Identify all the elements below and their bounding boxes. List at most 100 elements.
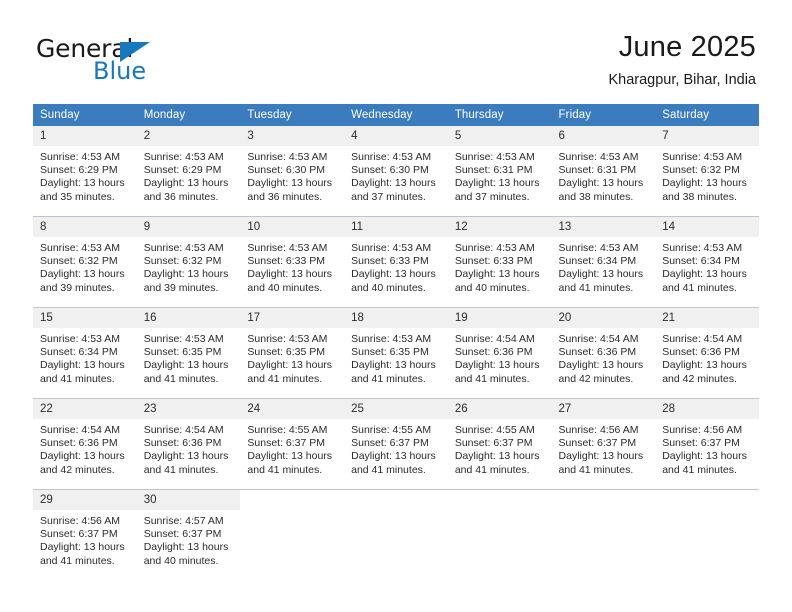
day-info: Sunrise: 4:53 AM Sunset: 6:35 PM Dayligh… (137, 328, 241, 386)
sunrise-text: Sunrise: 4:53 AM (247, 242, 328, 254)
day-cell[interactable]: 12 Sunrise: 4:53 AM Sunset: 6:33 PM Dayl… (447, 216, 552, 308)
day-info: Sunrise: 4:55 AM Sunset: 6:37 PM Dayligh… (344, 419, 448, 477)
brand-name-blue: Blue (93, 57, 147, 85)
brand-logo[interactable]: General Blue (36, 36, 266, 86)
daylight-text-line2: and 41 minutes. (662, 463, 737, 476)
day-cell[interactable]: 23 Sunrise: 4:54 AM Sunset: 6:36 PM Dayl… (136, 398, 241, 490)
day-cell[interactable]: 21 Sunrise: 4:54 AM Sunset: 6:36 PM Dayl… (655, 307, 759, 399)
sunrise-text: Sunrise: 4:53 AM (247, 151, 328, 163)
day-cell[interactable]: 2 Sunrise: 4:53 AM Sunset: 6:29 PM Dayli… (136, 126, 241, 217)
daylight-text-line2: and 41 minutes. (454, 463, 530, 476)
sunrise-text: Sunrise: 4:53 AM (454, 242, 535, 254)
day-cell[interactable]: 8 Sunrise: 4:53 AM Sunset: 6:32 PM Dayli… (33, 216, 137, 308)
daylight-text-line1: Daylight: 13 hours (40, 359, 125, 372)
sunset-text: Sunset: 6:32 PM (662, 164, 740, 177)
day-cell[interactable]: 24 Sunrise: 4:55 AM Sunset: 6:37 PM Dayl… (240, 398, 345, 490)
day-info: Sunrise: 4:53 AM Sunset: 6:34 PM Dayligh… (552, 237, 656, 295)
day-info: Sunrise: 4:53 AM Sunset: 6:35 PM Dayligh… (240, 328, 344, 386)
calendar-grid: Sunday Monday Tuesday Wednesday Thursday… (33, 104, 759, 580)
sunrise-text: Sunrise: 4:54 AM (454, 333, 535, 345)
daylight-text-line1: Daylight: 13 hours (662, 177, 747, 190)
day-cell-inner: 1 Sunrise: 4:53 AM Sunset: 6:29 PM Dayli… (33, 126, 137, 216)
day-cell-empty (447, 489, 552, 580)
day-number (655, 490, 759, 510)
sunset-text: Sunset: 6:37 PM (558, 437, 637, 450)
day-cell-inner: 7 Sunrise: 4:53 AM Sunset: 6:32 PM Dayli… (655, 126, 759, 216)
day-cell-empty (551, 489, 656, 580)
day-cell[interactable]: 27 Sunrise: 4:56 AM Sunset: 6:37 PM Dayl… (551, 398, 656, 490)
day-cell[interactable]: 19 Sunrise: 4:54 AM Sunset: 6:36 PM Dayl… (447, 307, 552, 399)
sunset-text: Sunset: 6:29 PM (40, 164, 118, 177)
day-cell-inner: 25 Sunrise: 4:55 AM Sunset: 6:37 PM Dayl… (344, 399, 448, 489)
daylight-text-line1: Daylight: 13 hours (558, 177, 644, 190)
day-cell[interactable]: 29 Sunrise: 4:56 AM Sunset: 6:37 PM Dayl… (33, 489, 137, 580)
sunrise-text: Sunrise: 4:53 AM (247, 333, 328, 345)
sunrise-text: Sunrise: 4:53 AM (662, 242, 743, 254)
day-cell-inner: 12 Sunrise: 4:53 AM Sunset: 6:33 PM Dayl… (447, 217, 552, 307)
day-number: 30 (136, 490, 241, 510)
day-cell-inner: 23 Sunrise: 4:54 AM Sunset: 6:36 PM Dayl… (136, 399, 241, 489)
daylight-text-line1: Daylight: 13 hours (143, 541, 229, 554)
day-cell[interactable]: 30 Sunrise: 4:57 AM Sunset: 6:37 PM Dayl… (136, 489, 241, 580)
day-cell[interactable]: 15 Sunrise: 4:53 AM Sunset: 6:34 PM Dayl… (33, 307, 137, 399)
daylight-text-line2: and 38 minutes. (558, 190, 634, 203)
daylight-text-line2: and 41 minutes. (558, 463, 634, 476)
sunrise-text: Sunrise: 4:53 AM (351, 242, 432, 254)
day-cell[interactable]: 4 Sunrise: 4:53 AM Sunset: 6:30 PM Dayli… (344, 126, 448, 217)
day-number (344, 490, 448, 510)
sunset-text: Sunset: 6:36 PM (40, 437, 118, 450)
weekday-header-wednesday: Wednesday (344, 104, 448, 126)
sunrise-text: Sunrise: 4:55 AM (351, 424, 432, 436)
day-cell[interactable]: 11 Sunrise: 4:53 AM Sunset: 6:33 PM Dayl… (344, 216, 448, 308)
sunrise-text: Sunrise: 4:56 AM (558, 424, 639, 436)
day-cell-inner: 27 Sunrise: 4:56 AM Sunset: 6:37 PM Dayl… (551, 399, 656, 489)
daylight-text-line2: and 37 minutes. (454, 190, 530, 203)
day-cell[interactable]: 13 Sunrise: 4:53 AM Sunset: 6:34 PM Dayl… (551, 216, 656, 308)
day-number: 16 (136, 308, 241, 328)
day-cell-empty (240, 489, 345, 580)
day-cell[interactable]: 17 Sunrise: 4:53 AM Sunset: 6:35 PM Dayl… (240, 307, 345, 399)
daylight-text-line1: Daylight: 13 hours (351, 268, 436, 281)
day-cell[interactable]: 1 Sunrise: 4:53 AM Sunset: 6:29 PM Dayli… (33, 126, 137, 217)
day-cell-inner: 14 Sunrise: 4:53 AM Sunset: 6:34 PM Dayl… (655, 217, 759, 307)
day-number: 3 (240, 126, 345, 146)
day-number: 22 (33, 399, 137, 419)
sunrise-text: Sunrise: 4:56 AM (662, 424, 743, 436)
day-number: 23 (136, 399, 241, 419)
daylight-text-line1: Daylight: 13 hours (247, 177, 333, 190)
day-cell[interactable]: 10 Sunrise: 4:53 AM Sunset: 6:33 PM Dayl… (240, 216, 345, 308)
week-row: 22 Sunrise: 4:54 AM Sunset: 6:36 PM Dayl… (33, 398, 759, 490)
day-cell-inner: 15 Sunrise: 4:53 AM Sunset: 6:34 PM Dayl… (33, 308, 137, 398)
day-cell[interactable]: 9 Sunrise: 4:53 AM Sunset: 6:32 PM Dayli… (136, 216, 241, 308)
day-cell[interactable]: 7 Sunrise: 4:53 AM Sunset: 6:32 PM Dayli… (655, 126, 759, 217)
weekday-header-saturday: Saturday (655, 104, 759, 126)
sunset-text: Sunset: 6:35 PM (247, 346, 326, 359)
day-cell-inner: 11 Sunrise: 4:53 AM Sunset: 6:33 PM Dayl… (344, 217, 448, 307)
day-cell[interactable]: 6 Sunrise: 4:53 AM Sunset: 6:31 PM Dayli… (551, 126, 656, 217)
day-info: Sunrise: 4:53 AM Sunset: 6:32 PM Dayligh… (655, 146, 759, 204)
day-number: 29 (33, 490, 137, 510)
daylight-text-line2: and 36 minutes. (247, 190, 323, 203)
daylight-text-line2: and 40 minutes. (247, 281, 323, 294)
title-block: June 2025 Kharagpur, Bihar, India (608, 32, 756, 89)
day-info: Sunrise: 4:53 AM Sunset: 6:33 PM Dayligh… (448, 237, 552, 295)
day-cell[interactable]: 22 Sunrise: 4:54 AM Sunset: 6:36 PM Dayl… (33, 398, 137, 490)
day-cell[interactable]: 25 Sunrise: 4:55 AM Sunset: 6:37 PM Dayl… (344, 398, 448, 490)
day-cell[interactable]: 16 Sunrise: 4:53 AM Sunset: 6:35 PM Dayl… (136, 307, 241, 399)
day-cell[interactable]: 18 Sunrise: 4:53 AM Sunset: 6:35 PM Dayl… (344, 307, 448, 399)
day-number: 28 (655, 399, 759, 419)
day-cell-inner: 4 Sunrise: 4:53 AM Sunset: 6:30 PM Dayli… (344, 126, 448, 216)
day-cell-inner (240, 490, 345, 580)
day-info: Sunrise: 4:53 AM Sunset: 6:32 PM Dayligh… (137, 237, 241, 295)
day-info: Sunrise: 4:57 AM Sunset: 6:37 PM Dayligh… (137, 510, 241, 568)
sunrise-text: Sunrise: 4:53 AM (351, 333, 432, 345)
sunset-text: Sunset: 6:36 PM (662, 346, 740, 359)
day-cell[interactable]: 28 Sunrise: 4:56 AM Sunset: 6:37 PM Dayl… (655, 398, 759, 490)
day-cell-inner: 30 Sunrise: 4:57 AM Sunset: 6:37 PM Dayl… (136, 490, 241, 580)
day-cell[interactable]: 20 Sunrise: 4:54 AM Sunset: 6:36 PM Dayl… (551, 307, 656, 399)
day-cell[interactable]: 14 Sunrise: 4:53 AM Sunset: 6:34 PM Dayl… (655, 216, 759, 308)
day-cell[interactable]: 5 Sunrise: 4:53 AM Sunset: 6:31 PM Dayli… (447, 126, 552, 217)
day-cell[interactable]: 3 Sunrise: 4:53 AM Sunset: 6:30 PM Dayli… (240, 126, 345, 217)
day-cell[interactable]: 26 Sunrise: 4:55 AM Sunset: 6:37 PM Dayl… (447, 398, 552, 490)
day-number: 8 (33, 217, 137, 237)
